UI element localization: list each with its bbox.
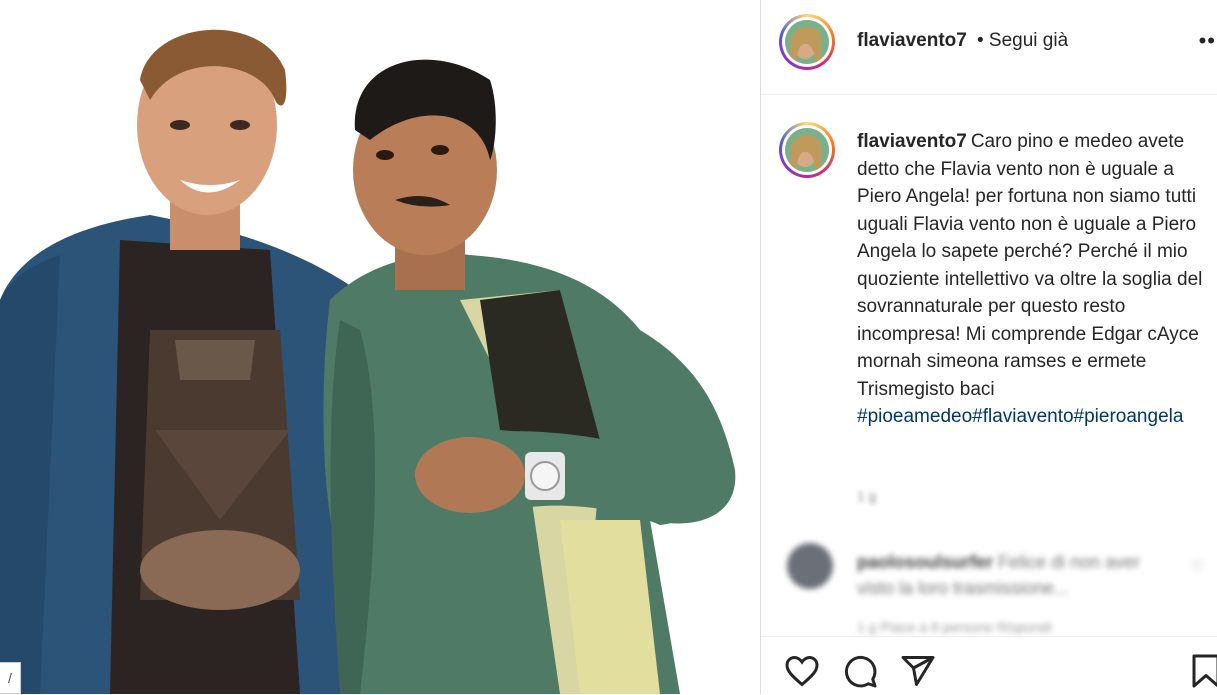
more-icon[interactable]: ••: [1199, 28, 1216, 54]
action-bar: [761, 636, 1217, 695]
post-time: 1 g: [857, 488, 877, 504]
follow-status[interactable]: • Segui già: [977, 30, 1068, 52]
author-username[interactable]: flaviavento7: [857, 30, 967, 52]
photo-illustration: [0, 29, 736, 694]
post-caption: flaviavento7 Caro pino e medeo avete dett…: [857, 128, 1209, 431]
commenter-avatar[interactable]: [787, 543, 833, 589]
photo-corner-label: /: [0, 662, 21, 694]
author-avatar[interactable]: [779, 14, 835, 70]
post-header: flaviavento7 • Segui già ••: [761, 0, 1217, 95]
comment-icon[interactable]: [841, 653, 879, 689]
bookmark-icon[interactable]: [1191, 653, 1217, 689]
caption-text: Caro pino e medeo avete detto che Flavia…: [857, 131, 1203, 400]
caption-hashtags[interactable]: #pioeamedeo#flaviavento#pieroangela: [857, 403, 1209, 431]
comment-meta: 1 g Piace a 8 persone Rispondi: [857, 619, 1052, 635]
commenter-username[interactable]: paolosoulsurfer: [857, 552, 993, 572]
caption-username[interactable]: flaviavento7: [857, 131, 967, 152]
post-side-panel: flaviavento7 • Segui già •• flaviavento7…: [760, 0, 1217, 694]
heart-icon[interactable]: [783, 653, 821, 689]
comment-like-icon[interactable]: ♡: [1191, 557, 1205, 577]
post-photo[interactable]: /: [0, 0, 760, 694]
caption-avatar[interactable]: [779, 122, 835, 178]
share-icon[interactable]: [899, 653, 937, 689]
